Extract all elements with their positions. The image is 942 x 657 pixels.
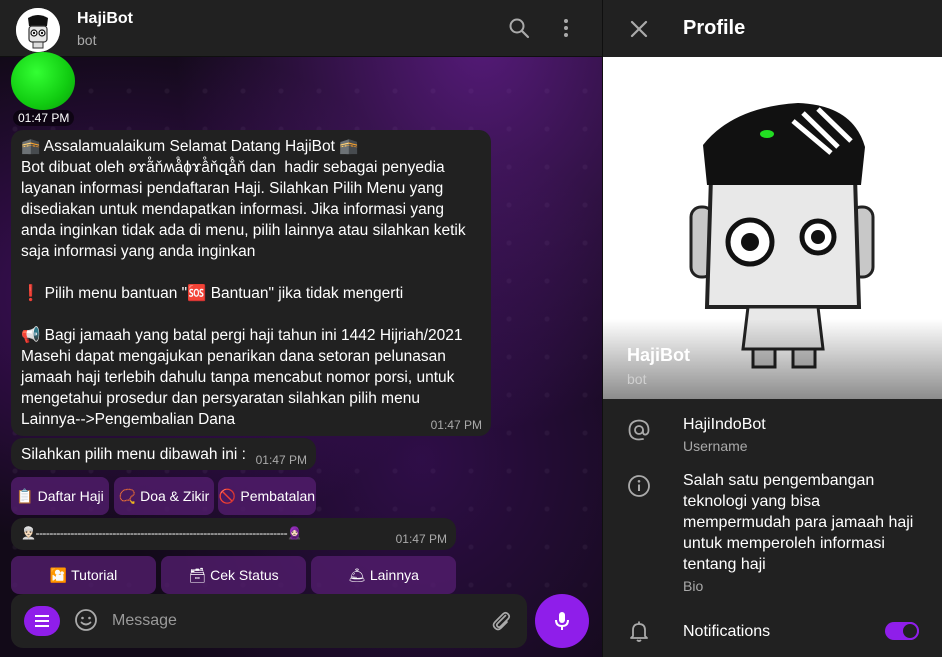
sticker-time: 01:47 PM	[13, 110, 75, 126]
inline-button-label: Doa & Zikir	[140, 488, 210, 504]
keyboard-button-cek-status[interactable]: 🗃 Cek Status	[161, 556, 306, 594]
inline-button-emoji: 📋	[16, 487, 34, 504]
message-text: 🕋 Assalamualaikum Selamat Datang HajiBot…	[21, 138, 466, 428]
microphone-icon	[555, 612, 569, 630]
notifications-label: Notifications	[683, 623, 771, 640]
bell-icon	[627, 619, 651, 643]
keyboard-button-emoji: 🎦	[49, 566, 68, 583]
message-bubble[interactable]: Silahkan pilih menu dibawah ini : 01:47 …	[11, 438, 316, 470]
chat-pane: HajiBot bot 01:47 PM 🕋 Assalamualaikum S…	[0, 0, 602, 657]
search-icon[interactable]	[507, 16, 531, 40]
green-circle-sticker	[11, 52, 75, 110]
keyboard-button-emoji: 🛎	[348, 566, 366, 583]
message-time: 01:47 PM	[255, 453, 307, 467]
username-value[interactable]: HajiIndoBot	[683, 414, 766, 435]
message-time: 01:47 PM	[395, 532, 447, 546]
emoji-icon[interactable]	[74, 608, 98, 632]
profile-subtitle: bot	[627, 371, 647, 387]
info-icon	[627, 474, 651, 498]
message-time: 01:47 PM	[430, 418, 482, 432]
profile-header: Profile	[603, 0, 942, 57]
at-sign-icon	[627, 418, 651, 442]
avatar[interactable]	[16, 8, 60, 52]
profile-title: Profile	[683, 17, 746, 39]
inline-button-label: Daftar Haji	[37, 488, 104, 504]
message-text: Silahkan pilih menu dibawah ini :	[21, 446, 246, 463]
username-label: Username	[683, 438, 748, 454]
bot-menu-button[interactable]	[24, 606, 60, 636]
message-composer	[11, 594, 527, 648]
message-bubble[interactable]: 👳🏻‍♂️-----------------------------------…	[11, 518, 456, 550]
keyboard-button-lainnya[interactable]: 🛎 Lainnya	[311, 556, 456, 594]
chat-header[interactable]: HajiBot bot	[0, 0, 602, 57]
bot-avatar-image	[16, 8, 60, 52]
inline-button-doa-zikir[interactable]: 📿 Doa & Zikir	[114, 477, 214, 515]
message-text: 👳🏻‍♂️-----------------------------------…	[21, 526, 302, 540]
chat-title: HajiBot	[77, 10, 133, 27]
keyboard-button-tutorial[interactable]: 🎦 Tutorial	[11, 556, 156, 594]
inline-button-label: Pembatalan	[240, 488, 316, 504]
close-icon[interactable]	[628, 18, 650, 40]
microphone-button[interactable]	[535, 594, 589, 648]
inline-button-pembatalan[interactable]: 🚫 Pembatalan	[218, 477, 316, 515]
message-bubble[interactable]: 🕋 Assalamualaikum Selamat Datang HajiBot…	[11, 130, 491, 436]
chat-subtitle: bot	[77, 32, 97, 48]
inline-button-emoji: 🚫	[218, 487, 237, 504]
keyboard-button-label: Lainnya	[369, 567, 419, 583]
keyboard-button-label: Cek Status	[210, 567, 279, 583]
paperclip-icon[interactable]	[489, 609, 513, 633]
menu-icon	[35, 615, 49, 627]
more-vertical-icon[interactable]	[554, 16, 578, 40]
profile-name: HajiBot	[627, 345, 690, 365]
inline-button-emoji: 📿	[118, 487, 137, 504]
message-input[interactable]	[112, 608, 482, 634]
inline-button-daftar-haji[interactable]: 📋 Daftar Haji	[11, 477, 109, 515]
keyboard-button-emoji: 🗃	[188, 566, 207, 583]
profile-pane: Profile HajiBot bot HajiIndoBot Username…	[602, 0, 942, 657]
bio-value[interactable]: Salah satu pengembangan teknologi yang b…	[683, 470, 928, 575]
toggle-knob	[901, 622, 919, 640]
bio-label: Bio	[683, 578, 704, 594]
keyboard-button-label: Tutorial	[71, 567, 118, 583]
notifications-toggle[interactable]	[885, 622, 919, 640]
